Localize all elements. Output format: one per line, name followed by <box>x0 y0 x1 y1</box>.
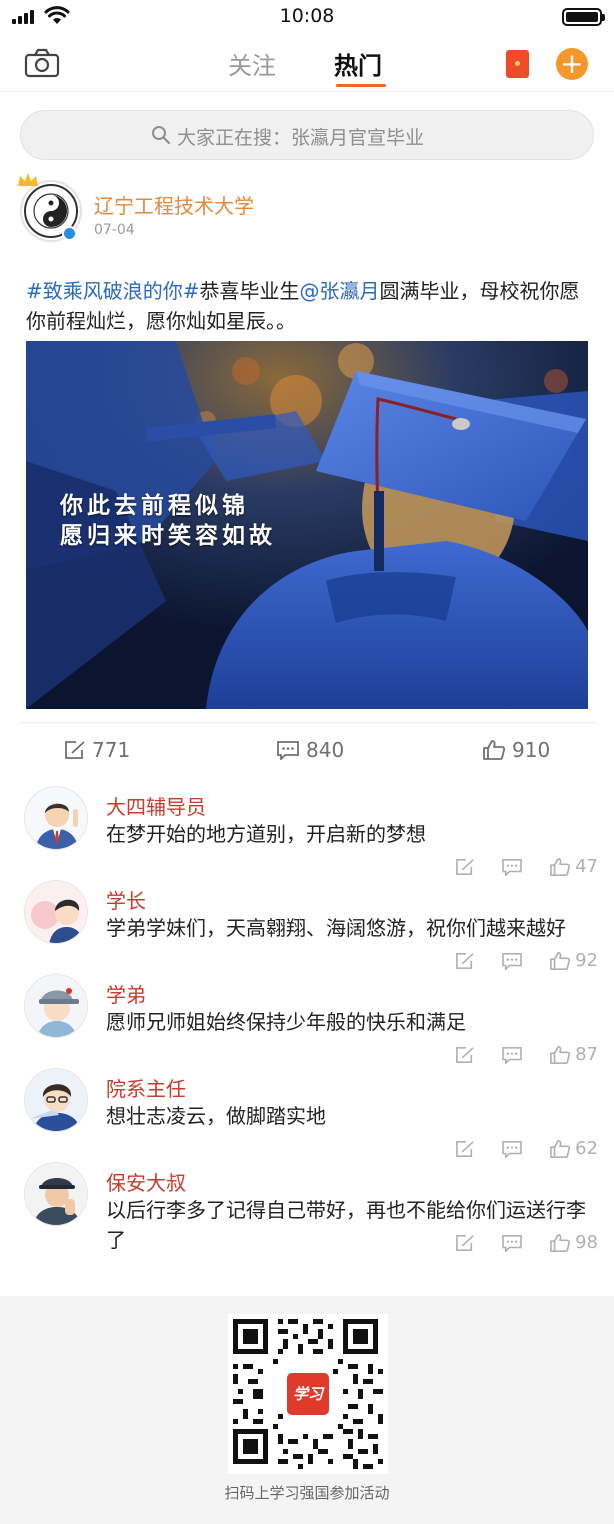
comment-actions: 98 <box>429 1232 598 1253</box>
repost-button[interactable]: 771 <box>64 736 130 764</box>
commenter-name[interactable]: 学弟 <box>106 979 146 1008</box>
comment-like-count: 98 <box>575 1232 598 1253</box>
comment-item: 学长 学弟学妹们，天高翱翔、海阔悠游，祝你们越来越好 92 <box>0 880 614 971</box>
repost-icon[interactable] <box>455 1046 475 1064</box>
comment-actions: 92 <box>429 950 598 971</box>
junior-student-avatar-icon <box>25 975 87 1037</box>
comment-like-count: 47 <box>575 856 598 877</box>
thumbs-up-icon[interactable] <box>549 1139 571 1159</box>
tab-follow[interactable]: 关注 <box>228 46 276 81</box>
weibo-hot-feed: 10:08 关注 热门 + 大家正在搜：张瀛月官宣毕业 辽宁工程技术大学 07-… <box>0 0 614 1524</box>
repost-count: 771 <box>92 738 131 762</box>
comment-like-count: 92 <box>575 950 598 971</box>
image-caption-line: 愿归来时笑容如故 <box>60 522 276 549</box>
comment-icon[interactable] <box>501 1140 523 1158</box>
mention-link[interactable]: @张瀛月 <box>300 279 380 303</box>
footer: 学习 扫码上学习强国参加活动 <box>0 1296 614 1524</box>
security-guard-avatar-icon <box>25 1163 87 1225</box>
add-icon[interactable]: + <box>556 48 588 80</box>
commenter-avatar[interactable] <box>24 786 88 850</box>
comment-actions: 47 <box>429 856 598 877</box>
commenter-name[interactable]: 保安大叔 <box>106 1167 186 1196</box>
repost-icon[interactable] <box>455 858 475 876</box>
comment-item: 大四辅导员 在梦开始的地方道别，开启新的梦想 47 <box>0 786 614 877</box>
comment-item: 学弟 愿师兄师姐始终保持少年般的快乐和满足 87 <box>0 974 614 1065</box>
repost-icon[interactable] <box>455 952 475 970</box>
battery-icon <box>562 8 605 26</box>
commenter-avatar[interactable] <box>24 880 88 944</box>
divider <box>20 722 596 723</box>
comment-text: 学弟学妹们，天高翱翔、海阔悠游，祝你们越来越好 <box>106 916 566 940</box>
hashtag-link[interactable]: #致乘风破浪的你# <box>26 279 200 303</box>
comment-item: 保安大叔 以后行李多了记得自己带好，再也不能给你们运送行李了 98 <box>0 1162 614 1262</box>
commenter-avatar[interactable] <box>24 1162 88 1226</box>
active-tab-indicator <box>336 84 386 87</box>
commenter-name[interactable]: 学长 <box>106 885 146 914</box>
search-bar[interactable]: 大家正在搜：张瀛月官宣毕业 <box>20 110 594 160</box>
thumbs-up-icon[interactable] <box>549 1045 571 1065</box>
comment-text: 在梦开始的地方道别，开启新的梦想 <box>106 822 426 846</box>
status-bar: 10:08 <box>0 0 614 34</box>
counselor-avatar-icon <box>25 787 87 849</box>
search-placeholder: 大家正在搜：张瀛月官宣毕业 <box>177 127 425 149</box>
post-date: 07-04 <box>94 222 135 238</box>
search-icon <box>152 126 171 145</box>
comment-icon[interactable] <box>501 858 523 876</box>
department-head-avatar-icon <box>25 1069 87 1131</box>
comment-text: 想壮志凌云，做脚踏实地 <box>106 1104 326 1128</box>
qr-code[interactable]: 学习 <box>228 1314 388 1474</box>
comment-actions: 62 <box>429 1138 598 1159</box>
footer-caption: 扫码上学习强国参加活动 <box>224 1484 390 1502</box>
tab-hot[interactable]: 热门 <box>334 46 382 81</box>
comment-icon[interactable] <box>501 952 523 970</box>
post-image[interactable]: 你此去前程似锦 愿归来时笑容如故 <box>26 341 588 709</box>
comment-icon <box>277 741 299 760</box>
commenter-avatar[interactable] <box>24 1068 88 1132</box>
comment-item: 院系主任 想壮志凌云，做脚踏实地 62 <box>0 1068 614 1159</box>
comment-text: 愿师兄师姐始终保持少年般的快乐和满足 <box>106 1010 466 1034</box>
verified-badge-icon <box>62 226 77 241</box>
top-nav: 关注 热门 + <box>0 34 614 92</box>
clock: 10:08 <box>279 5 335 27</box>
author-name[interactable]: 辽宁工程技术大学 <box>94 190 254 219</box>
comment-like-count: 87 <box>575 1044 598 1065</box>
post-text: #致乘风破浪的你#恭喜毕业生@张瀛月圆满毕业，母校祝你愿你前程灿烂，愿你灿如星辰… <box>26 276 590 336</box>
like-button[interactable]: 910 <box>482 736 550 764</box>
thumbs-up-icon <box>483 740 506 760</box>
senior-student-avatar-icon <box>25 881 87 943</box>
comment-like-count: 62 <box>575 1138 598 1159</box>
camera-icon[interactable] <box>24 48 60 78</box>
thumbs-up-icon[interactable] <box>549 1233 571 1253</box>
comment-icon[interactable] <box>501 1046 523 1064</box>
image-caption-line: 你此去前程似锦 <box>60 492 249 519</box>
thumbs-up-icon[interactable] <box>549 951 571 971</box>
post-text-part: 恭喜毕业生 <box>199 279 300 303</box>
crown-icon <box>18 173 38 186</box>
commenter-name[interactable]: 大四辅导员 <box>106 791 206 820</box>
repost-icon <box>65 741 85 759</box>
comment-count: 840 <box>306 738 345 762</box>
comment-icon[interactable] <box>501 1234 523 1252</box>
red-envelope-icon[interactable] <box>506 50 529 78</box>
repost-icon[interactable] <box>455 1140 475 1158</box>
commenter-name[interactable]: 院系主任 <box>106 1073 186 1102</box>
comment-actions: 87 <box>429 1044 598 1065</box>
image-caption: 你此去前程似锦 愿归来时笑容如故 <box>60 491 276 551</box>
like-count: 910 <box>512 738 551 762</box>
repost-icon[interactable] <box>455 1234 475 1252</box>
xuexi-logo-icon: 学习 <box>284 1370 332 1418</box>
thumbs-up-icon[interactable] <box>549 857 571 877</box>
commenter-avatar[interactable] <box>24 974 88 1038</box>
comment-button[interactable]: 840 <box>276 736 344 764</box>
